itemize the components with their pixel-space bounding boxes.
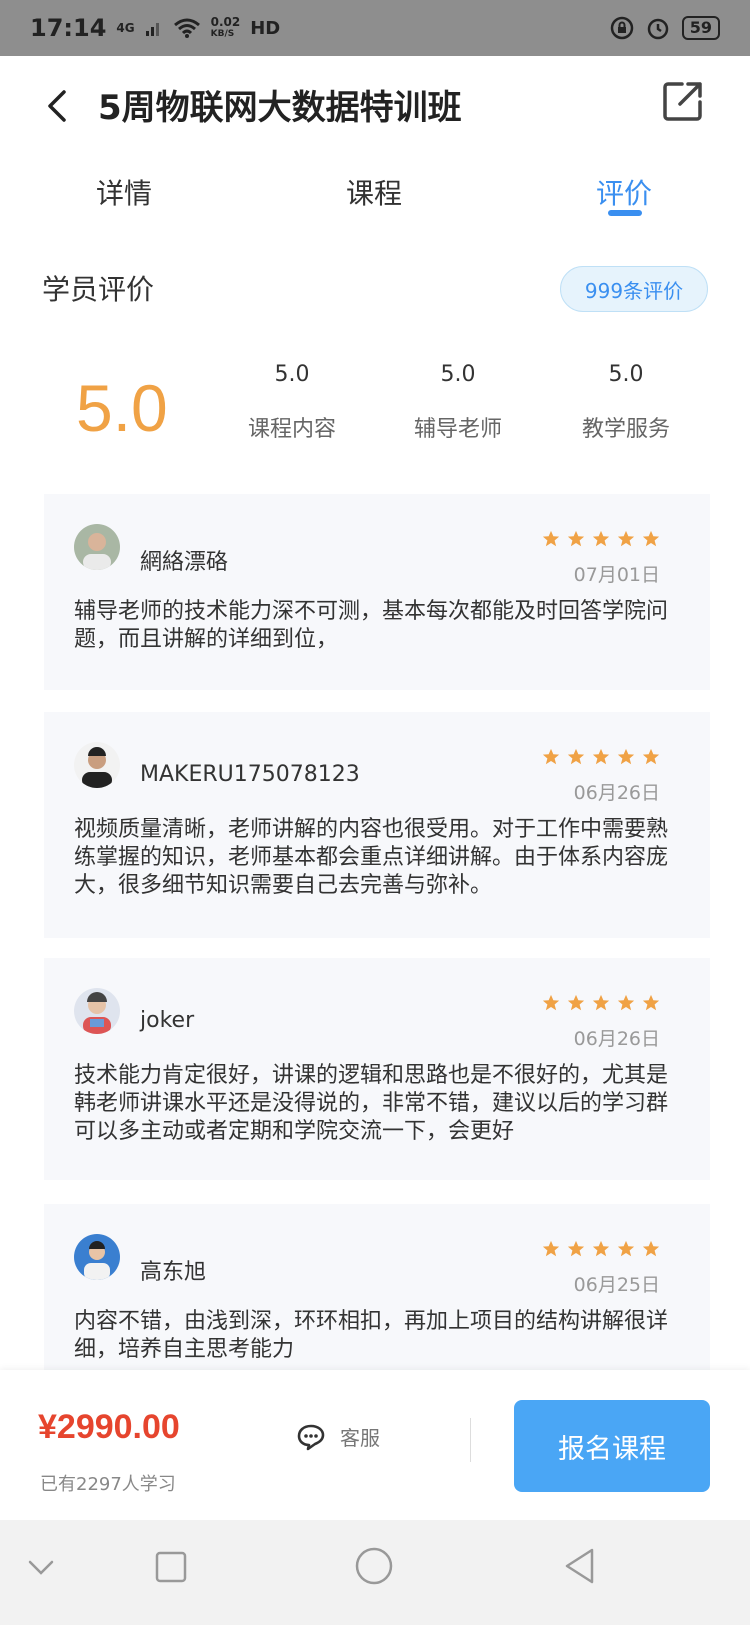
sub-score-content: 5.0 课程内容	[212, 362, 372, 443]
back-triangle-icon[interactable]	[562, 1546, 598, 1586]
wifi-icon	[173, 18, 200, 38]
tab-reviews[interactable]: 评价	[596, 172, 652, 212]
star-icon	[567, 748, 585, 766]
header: 5周物联网大数据特训班	[0, 56, 750, 156]
review-text: 视频质量清晰，老师讲解的内容也很受用。对于工作中需要熟练掌握的知识，老师基本都会…	[74, 817, 669, 898]
network-speed-unit: KB/S	[210, 29, 235, 39]
star-icon	[617, 530, 635, 548]
star-icon	[567, 994, 585, 1012]
active-tab-indicator	[608, 210, 642, 216]
star-rating	[542, 530, 660, 548]
review-date: 06月26日	[573, 1028, 660, 1050]
star-icon	[542, 530, 560, 548]
review-card: joker 06月26日 技术能力肯定很好，讲课的逻辑和思路也是不很好的，尤其是…	[44, 958, 710, 1180]
sub-score-label: 课程内容	[247, 417, 336, 442]
home-icon[interactable]	[354, 1546, 394, 1586]
page-title: 5周物联网大数据特训班	[98, 88, 462, 128]
sub-score-service: 5.0 教学服务	[546, 362, 706, 443]
star-icon	[617, 748, 635, 766]
review-text: 内容不错，由浅到深，环环相扣，再加上项目的结构讲解很详细，培养自主思考能力	[74, 1309, 669, 1362]
share-button[interactable]	[660, 78, 706, 124]
battery-level: 59	[681, 16, 720, 40]
learner-count: 已有2297人学习	[40, 1474, 176, 1495]
star-rating	[542, 1240, 660, 1258]
recent-apps-icon[interactable]	[154, 1550, 188, 1584]
star-icon	[592, 748, 610, 766]
share-icon	[663, 82, 702, 121]
overall-score: 5.0	[76, 371, 168, 445]
star-icon	[642, 994, 660, 1012]
review-date: 06月26日	[573, 782, 660, 804]
review-card: 網絡漂硌 07月01日 辅导老师的技术能力深不可测，基本每次都能及时回答学院问题…	[44, 494, 710, 690]
sub-score-label: 教学服务	[581, 417, 670, 442]
star-icon	[592, 1240, 610, 1258]
sub-score-value: 5.0	[608, 362, 644, 387]
hd-indicator: HD	[250, 17, 281, 39]
sub-score-teacher: 5.0 辅导老师	[378, 362, 538, 443]
avatar[interactable]	[74, 1234, 120, 1280]
divider	[470, 1418, 471, 1462]
star-icon	[642, 530, 660, 548]
sub-score-label: 辅导老师	[413, 417, 502, 442]
tab-details[interactable]: 详情	[96, 172, 152, 212]
star-icon	[542, 994, 560, 1012]
tab-courses[interactable]: 课程	[346, 172, 402, 212]
course-price: ¥2990.00	[38, 1408, 180, 1446]
star-icon	[642, 748, 660, 766]
network-speed-value: 0.02	[210, 15, 241, 29]
star-rating	[542, 748, 660, 766]
star-icon	[617, 1240, 635, 1258]
system-nav-bar	[0, 1520, 750, 1625]
alarm-icon	[647, 18, 668, 40]
lock-rotation-icon	[610, 16, 633, 40]
avatar[interactable]	[74, 524, 120, 570]
avatar[interactable]	[74, 742, 120, 788]
customer-service-button[interactable]: 客服	[296, 1422, 380, 1451]
chevron-down-icon[interactable]	[26, 1558, 56, 1578]
star-rating	[542, 994, 660, 1012]
review-text: 技术能力肯定很好，讲课的逻辑和思路也是不很好的，尤其是韩老师讲课水平还是没得说的…	[74, 1063, 669, 1144]
chevron-left-icon	[48, 90, 66, 122]
review-card: MAKERU175078123 06月26日 视频质量清晰，老师讲解的内容也很受…	[44, 712, 710, 938]
star-icon	[542, 748, 560, 766]
review-text: 辅导老师的技术能力深不可测，基本每次都能及时回答学院问题，而且讲解的详细到位，	[74, 599, 669, 652]
sub-score-value: 5.0	[274, 362, 310, 387]
chat-bubble-icon	[297, 1424, 325, 1450]
purchase-bar: ¥2990.00 已有2297人学习 客服 报名课程	[0, 1370, 750, 1520]
star-icon	[617, 994, 635, 1012]
reviewer-name: MAKERU175078123	[140, 762, 360, 787]
reviewer-name: 高东旭	[140, 1260, 207, 1285]
star-icon	[567, 1240, 585, 1258]
customer-service-label: 客服	[340, 1426, 380, 1450]
sub-score-value: 5.0	[440, 362, 476, 387]
star-icon	[592, 530, 610, 548]
avatar[interactable]	[74, 988, 120, 1034]
section-title: 学员评价	[42, 273, 155, 306]
star-icon	[567, 530, 585, 548]
status-bar: 17:14 4G 0.02 KB/S HD 59	[0, 0, 750, 56]
reviewer-name: joker	[140, 1008, 195, 1033]
star-icon	[542, 1240, 560, 1258]
enroll-button[interactable]: 报名课程	[514, 1400, 710, 1492]
review-card: 高东旭 06月25日 内容不错，由浅到深，环环相扣，再加上项目的结构讲解很详细，…	[44, 1204, 710, 1370]
network-type: 4G	[116, 21, 135, 35]
signal-icon	[145, 23, 159, 36]
review-count-badge[interactable]: 999条评价	[560, 266, 708, 312]
star-icon	[592, 994, 610, 1012]
back-button[interactable]	[38, 84, 78, 128]
tab-bar: 详情 课程 评价	[0, 160, 750, 240]
status-time: 17:14	[30, 14, 107, 42]
star-icon	[642, 1240, 660, 1258]
reviewer-name: 網絡漂硌	[140, 550, 229, 575]
review-date: 07月01日	[573, 564, 660, 586]
review-date: 06月25日	[573, 1274, 660, 1296]
